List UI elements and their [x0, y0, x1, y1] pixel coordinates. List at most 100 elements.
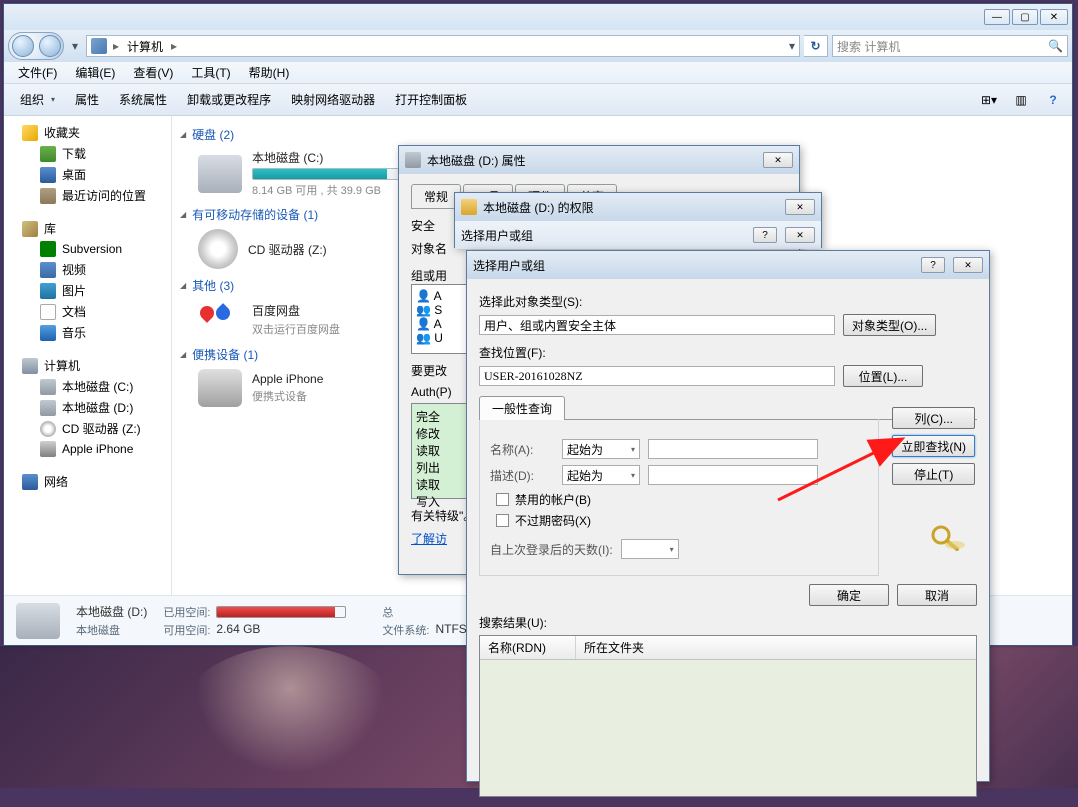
close-button[interactable]: ✕: [763, 152, 793, 168]
search-input[interactable]: 搜索 计算机 🔍: [832, 35, 1068, 57]
sidebar-music[interactable]: 音乐: [4, 322, 171, 343]
preview-pane-button[interactable]: ▥: [1008, 89, 1034, 111]
stop-button[interactable]: 停止(T): [892, 463, 975, 485]
column-name[interactable]: 名称(RDN): [480, 636, 576, 659]
permissions-dialog: 本地磁盘 (D:) 的权限 ✕ 选择用户或组 ? ✕: [454, 192, 822, 248]
sidebar-favorites[interactable]: 收藏夹: [4, 122, 171, 143]
help-button[interactable]: ?: [1040, 89, 1066, 111]
drive-icon: [16, 603, 60, 639]
computer-icon: [22, 358, 38, 374]
sidebar-local-d[interactable]: 本地磁盘 (D:): [4, 397, 171, 418]
desc-condition-combo[interactable]: 起始为: [562, 465, 640, 485]
results-table[interactable]: 名称(RDN) 所在文件夹: [479, 635, 977, 797]
sidebar-desktop[interactable]: 桌面: [4, 164, 171, 185]
used-space-label: 已用空间:: [163, 604, 210, 620]
drive-icon: [40, 400, 56, 416]
object-types-button[interactable]: 对象类型(O)...: [843, 314, 936, 336]
sidebar-video[interactable]: 视频: [4, 259, 171, 280]
name-input[interactable]: [648, 439, 818, 459]
menu-bar: 文件(F) 编辑(E) 查看(V) 工具(T) 帮助(H): [4, 62, 1072, 84]
disabled-accounts-checkbox[interactable]: [496, 493, 509, 506]
toolbar-uninstall[interactable]: 卸载或更改程序: [177, 87, 281, 112]
days-combo[interactable]: [621, 539, 679, 559]
maximize-button[interactable]: ▢: [1012, 9, 1038, 25]
recent-icon: [40, 188, 56, 204]
menu-help[interactable]: 帮助(H): [241, 62, 298, 83]
sidebar-cd-z[interactable]: CD 驱动器 (Z:): [4, 418, 171, 439]
item-sub: 便携式设备: [252, 388, 323, 404]
dialog-titlebar[interactable]: 选择用户或组 ? ✕: [467, 251, 989, 279]
ok-button[interactable]: 确定: [809, 584, 889, 606]
desc-label: 描述(D):: [490, 467, 554, 484]
breadcrumb-dropdown[interactable]: ▾: [789, 39, 795, 53]
item-name: 百度网盘: [252, 302, 340, 319]
sidebar-network[interactable]: 网络: [4, 471, 171, 492]
forward-button[interactable]: [39, 35, 61, 57]
dialog-titlebar[interactable]: 本地磁盘 (D:) 的权限 ✕: [455, 193, 821, 221]
nav-history-dropdown[interactable]: ▾: [68, 36, 82, 56]
close-button[interactable]: ✕: [953, 257, 983, 273]
results-label: 搜索结果(U):: [479, 614, 977, 631]
close-button[interactable]: ✕: [785, 227, 815, 243]
name-condition-combo[interactable]: 起始为: [562, 439, 640, 459]
desc-input[interactable]: [648, 465, 818, 485]
menu-file[interactable]: 文件(F): [10, 62, 65, 83]
sidebar-libraries[interactable]: 库: [4, 218, 171, 239]
menu-tools[interactable]: 工具(T): [183, 62, 238, 83]
sidebar-downloads[interactable]: 下载: [4, 143, 171, 164]
sidebar-local-c[interactable]: 本地磁盘 (C:): [4, 376, 171, 397]
address-bar-row: ▾ ▸ 计算机 ▸ ▾ ↻ 搜索 计算机 🔍: [4, 30, 1072, 62]
sidebar-documents[interactable]: 文档: [4, 301, 171, 322]
noexpire-password-checkbox[interactable]: [496, 514, 509, 527]
sidebar-label: 图片: [62, 282, 86, 299]
search-icon: [927, 523, 967, 551]
phone-icon: [40, 441, 56, 457]
folder-icon: [461, 199, 477, 215]
column-folder[interactable]: 所在文件夹: [576, 636, 976, 659]
select-users-groups-dialog: 选择用户或组 ? ✕ 选择此对象类型(S): 用户、组或内置安全主体 对象类型(…: [466, 250, 990, 782]
chevron-right-icon[interactable]: ▸: [113, 39, 119, 53]
breadcrumb[interactable]: ▸ 计算机 ▸ ▾: [86, 35, 800, 57]
close-button[interactable]: ✕: [1040, 9, 1068, 25]
dialog-titlebar[interactable]: 本地磁盘 (D:) 属性 ✕: [399, 146, 799, 174]
sidebar-iphone[interactable]: Apple iPhone: [4, 439, 171, 459]
object-type-label: 选择此对象类型(S):: [479, 293, 977, 310]
toolbar-system-properties[interactable]: 系统属性: [109, 87, 177, 112]
sidebar-pictures[interactable]: 图片: [4, 280, 171, 301]
help-button[interactable]: ?: [921, 257, 945, 273]
sidebar-label: 桌面: [62, 166, 86, 183]
sidebar-computer[interactable]: 计算机: [4, 355, 171, 376]
columns-button[interactable]: 列(C)...: [892, 407, 975, 429]
find-now-button[interactable]: 立即查找(N): [892, 435, 975, 457]
toolbar-control-panel[interactable]: 打开控制面板: [385, 87, 477, 112]
minimize-button[interactable]: —: [984, 9, 1010, 25]
video-icon: [40, 262, 56, 278]
avail-space-label: 可用空间:: [163, 622, 210, 638]
view-mode-button[interactable]: ⊞▾: [976, 89, 1002, 111]
drive-icon: [40, 379, 56, 395]
help-button[interactable]: ?: [753, 227, 777, 243]
menu-view[interactable]: 查看(V): [125, 62, 181, 83]
window-titlebar: — ▢ ✕: [4, 4, 1072, 30]
used-space-bar: [216, 606, 346, 618]
back-button[interactable]: [12, 35, 34, 57]
locations-button[interactable]: 位置(L)...: [843, 365, 923, 387]
menu-edit[interactable]: 编辑(E): [67, 62, 123, 83]
chevron-right-icon[interactable]: ▸: [171, 39, 177, 53]
toolbar-map-network[interactable]: 映射网络驱动器: [281, 87, 385, 112]
breadcrumb-segment-computer[interactable]: 计算机: [121, 36, 169, 56]
close-button[interactable]: ✕: [785, 199, 815, 215]
selected-drive-type: 本地磁盘: [76, 622, 147, 638]
sidebar-recent[interactable]: 最近访问的位置: [4, 185, 171, 206]
music-icon: [40, 325, 56, 341]
tab-common-query[interactable]: 一般性查询: [479, 396, 565, 420]
dialog-title: 本地磁盘 (D:) 的权限: [483, 199, 779, 216]
toolbar-properties[interactable]: 属性: [65, 87, 109, 112]
sidebar-subversion[interactable]: Subversion: [4, 239, 171, 259]
refresh-button[interactable]: ↻: [804, 35, 828, 57]
search-icon[interactable]: 🔍: [1048, 39, 1063, 53]
toolbar-organize[interactable]: 组织: [10, 87, 65, 112]
category-hdd[interactable]: 硬盘 (2): [180, 126, 1064, 143]
cancel-button[interactable]: 取消: [897, 584, 977, 606]
results-header-row: 名称(RDN) 所在文件夹: [480, 636, 976, 660]
